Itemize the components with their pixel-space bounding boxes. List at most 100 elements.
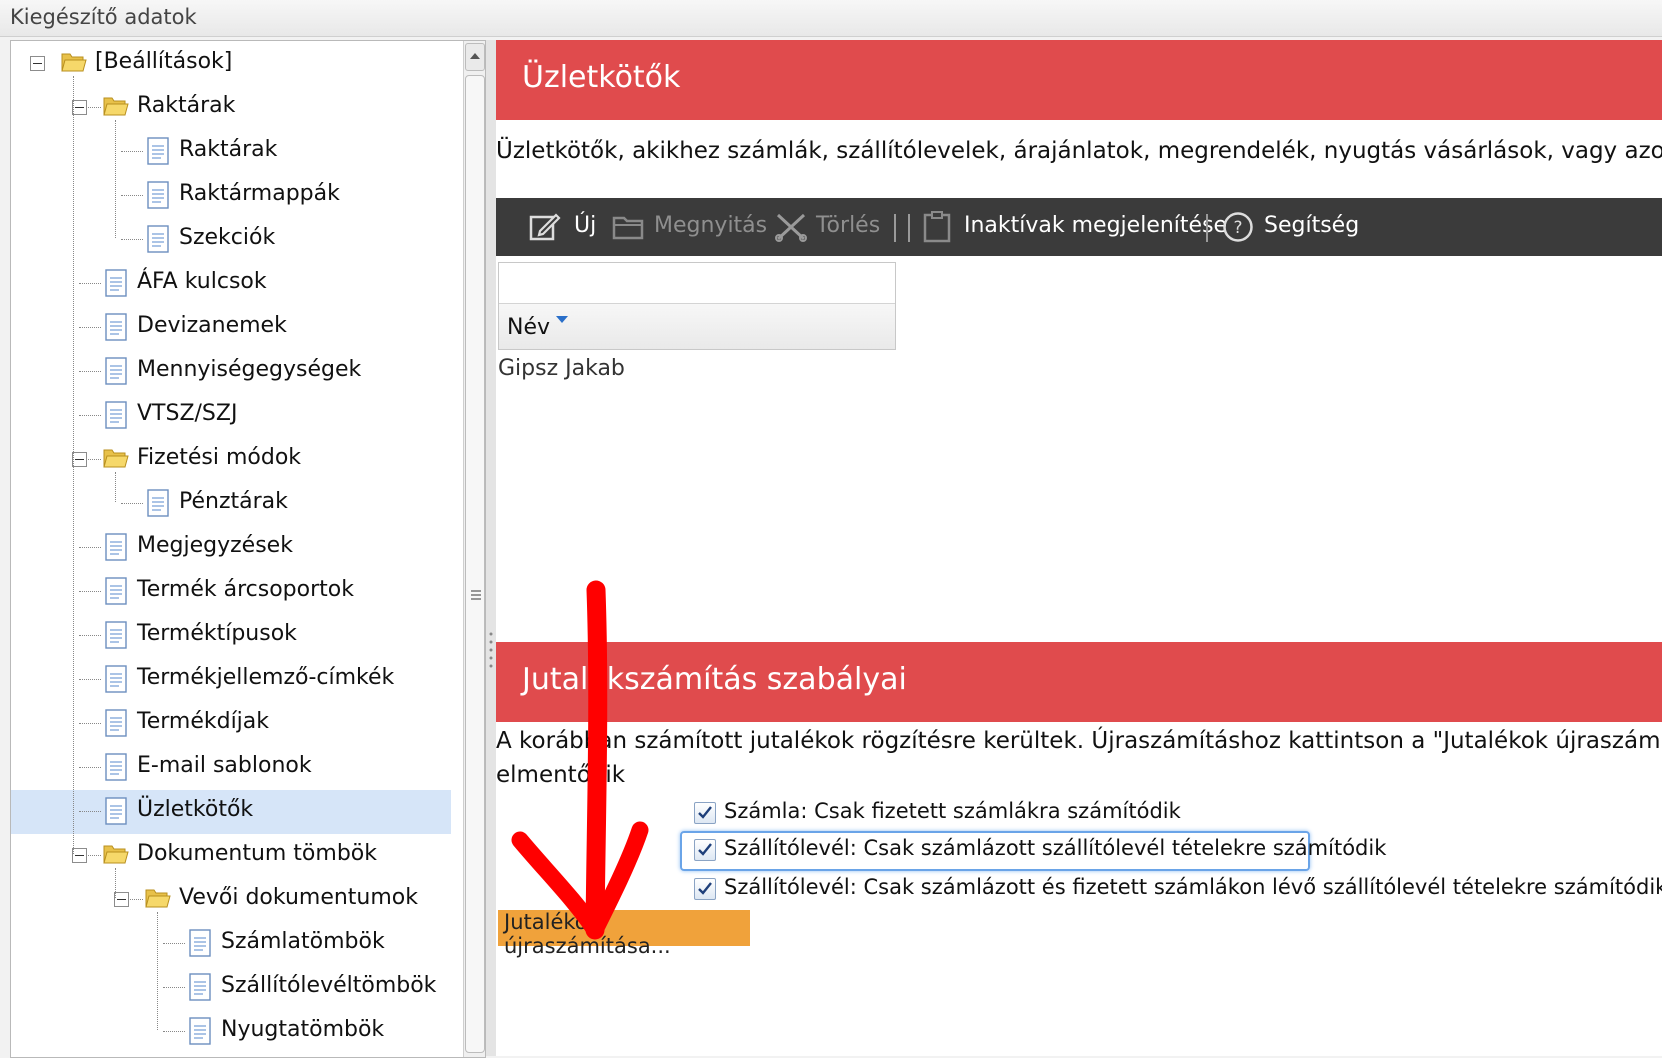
tree-item[interactable]: E-mail sablonok (11, 746, 451, 790)
page-icon (105, 269, 127, 297)
tree-connector (79, 723, 101, 724)
new-button[interactable]: Új (528, 198, 598, 256)
tree-item[interactable]: Fizetési módok (11, 438, 451, 482)
tree-item[interactable]: Raktármappák (11, 174, 451, 218)
tree-item[interactable]: Raktárak (11, 86, 451, 130)
page-icon (147, 489, 169, 517)
page-icon (189, 1017, 211, 1045)
edit-icon (529, 213, 561, 241)
page-icon (105, 709, 127, 737)
tree-item[interactable]: Termékjellemző-címkék (11, 658, 451, 702)
checkbox[interactable] (694, 878, 716, 900)
tree-connector (73, 76, 74, 854)
open-button[interactable]: Megnyitás (612, 198, 767, 256)
column-header-name[interactable]: Név (499, 304, 895, 349)
page-icon (105, 401, 127, 429)
grip-icon (471, 590, 481, 600)
tree-item[interactable]: Vevői dokumentumok (11, 878, 451, 922)
tree-connector (79, 591, 101, 592)
help-button[interactable]: ? Segítség (1222, 198, 1362, 256)
tree-item[interactable]: Nyugtatömbök (11, 1010, 451, 1054)
tree-connector (79, 635, 101, 636)
tree-item-label: VTSZ/SZJ (137, 401, 238, 426)
splitter-grip-icon (489, 632, 493, 668)
section-title: Jutalékszámítás szabályai (522, 662, 907, 697)
tree-item-label: Devizanemek (137, 313, 287, 338)
tree-item[interactable]: [Beállítások] (11, 42, 451, 86)
tree-item[interactable]: Szekciók (11, 218, 451, 262)
delete-button[interactable]: Törlés (774, 198, 884, 256)
tree-item[interactable]: Megjegyzések (11, 526, 451, 570)
section-description-line2: elmentődik (496, 762, 626, 788)
section-header-salespeople: Üzletkötők (496, 40, 1662, 120)
checkbox-delivery-invoiced-paid[interactable]: Szállítólevél: Csak számlázott és fizete… (694, 872, 1662, 906)
scroll-thumb[interactable] (465, 75, 485, 1053)
tree-item[interactable]: ÁFA kulcsok (11, 262, 451, 306)
sort-descending-icon (556, 316, 568, 323)
tree-item-label: [Beállítások] (95, 49, 233, 74)
table-row[interactable]: Gipsz Jakab (498, 356, 625, 381)
collapse-toggle[interactable] (72, 848, 87, 863)
page-icon (105, 313, 127, 341)
checkbox[interactable] (694, 802, 716, 824)
tree-item-label: Termék árcsoportok (137, 577, 354, 602)
tree-connector (115, 472, 116, 502)
folder-icon (61, 53, 87, 72)
folder-icon (103, 845, 129, 864)
tree-item-label: Szekciók (179, 225, 276, 250)
tree-connector (79, 371, 101, 372)
tree-item[interactable]: Mennyiségegységek (11, 350, 451, 394)
tree-item-label: Raktárak (137, 93, 236, 118)
section-description-line1: A korábban számított jutalékok rögzítésr… (496, 728, 1661, 754)
section-header-commission: Jutalékszámítás szabályai (496, 642, 1662, 722)
page-icon (189, 973, 211, 1001)
tree-item-label: Raktármappák (179, 181, 340, 206)
tree-item[interactable]: Számlatömbök (11, 922, 451, 966)
tree-item[interactable]: VTSZ/SZJ (11, 394, 451, 438)
page-icon (105, 621, 127, 649)
tree-scrollbar[interactable] (463, 41, 485, 1057)
tree-item[interactable]: Szállítólevéltömbök (11, 966, 451, 1010)
tree-item[interactable]: Pénztárak (11, 482, 451, 526)
page-icon (105, 533, 127, 561)
tree-item[interactable]: Terméktípusok (11, 614, 451, 658)
toolbar-separator (894, 214, 896, 242)
chevron-up-icon (470, 53, 480, 59)
tree-item[interactable]: Devizanemek (11, 306, 451, 350)
collapse-toggle[interactable] (114, 892, 129, 907)
checkbox-label: Számla: Csak fizetett számlákra számítód… (724, 799, 1181, 823)
tree-item[interactable]: Termék árcsoportok (11, 570, 451, 614)
tree-item-label: Nyugtatömbök (221, 1017, 385, 1042)
tree-connector (79, 415, 101, 416)
folder-icon (145, 889, 171, 908)
checkmark-icon (698, 806, 712, 819)
grid-filter-row[interactable] (499, 263, 895, 304)
page-icon (105, 797, 127, 825)
tree-item[interactable]: Dokumentum tömbök (11, 834, 451, 878)
checkbox[interactable] (694, 839, 716, 861)
collapse-toggle[interactable] (72, 100, 87, 115)
tree-connector (79, 679, 101, 680)
delete-button-label: Törlés (816, 213, 881, 238)
tree-item[interactable]: Üzletkötők (11, 790, 451, 834)
collapse-toggle[interactable] (30, 56, 45, 71)
scroll-up-button[interactable] (465, 43, 485, 71)
tree-item-label: Üzletkötők (137, 797, 254, 822)
checkbox-invoice-paid[interactable]: Számla: Csak fizetett számlákra számítód… (694, 796, 1334, 830)
panel-splitter[interactable] (486, 40, 496, 1056)
tree-item[interactable]: Raktárak (11, 130, 451, 174)
tree-item[interactable]: Termékdíjak (11, 702, 451, 746)
tree-item-label: ÁFA kulcsok (137, 269, 267, 294)
tree-item-label: E-mail sablonok (137, 753, 312, 778)
checkmark-icon (698, 843, 712, 856)
help-icon: ? (1223, 212, 1253, 242)
tree-item-label: Termékdíjak (137, 709, 270, 734)
tree-item-label: Fizetési módok (137, 445, 302, 470)
collapse-toggle[interactable] (72, 452, 87, 467)
checkbox-delivery-invoiced[interactable]: Szállítólevél: Csak számlázott szállítól… (680, 831, 1386, 871)
show-inactive-button[interactable]: Inaktívak megjelenítése (922, 198, 1227, 256)
recalculate-commissions-button[interactable]: Jutalékok újraszámítása... (498, 910, 750, 958)
section-title: Üzletkötők (522, 60, 681, 95)
page-icon (189, 929, 211, 957)
tree-connector (79, 767, 101, 768)
